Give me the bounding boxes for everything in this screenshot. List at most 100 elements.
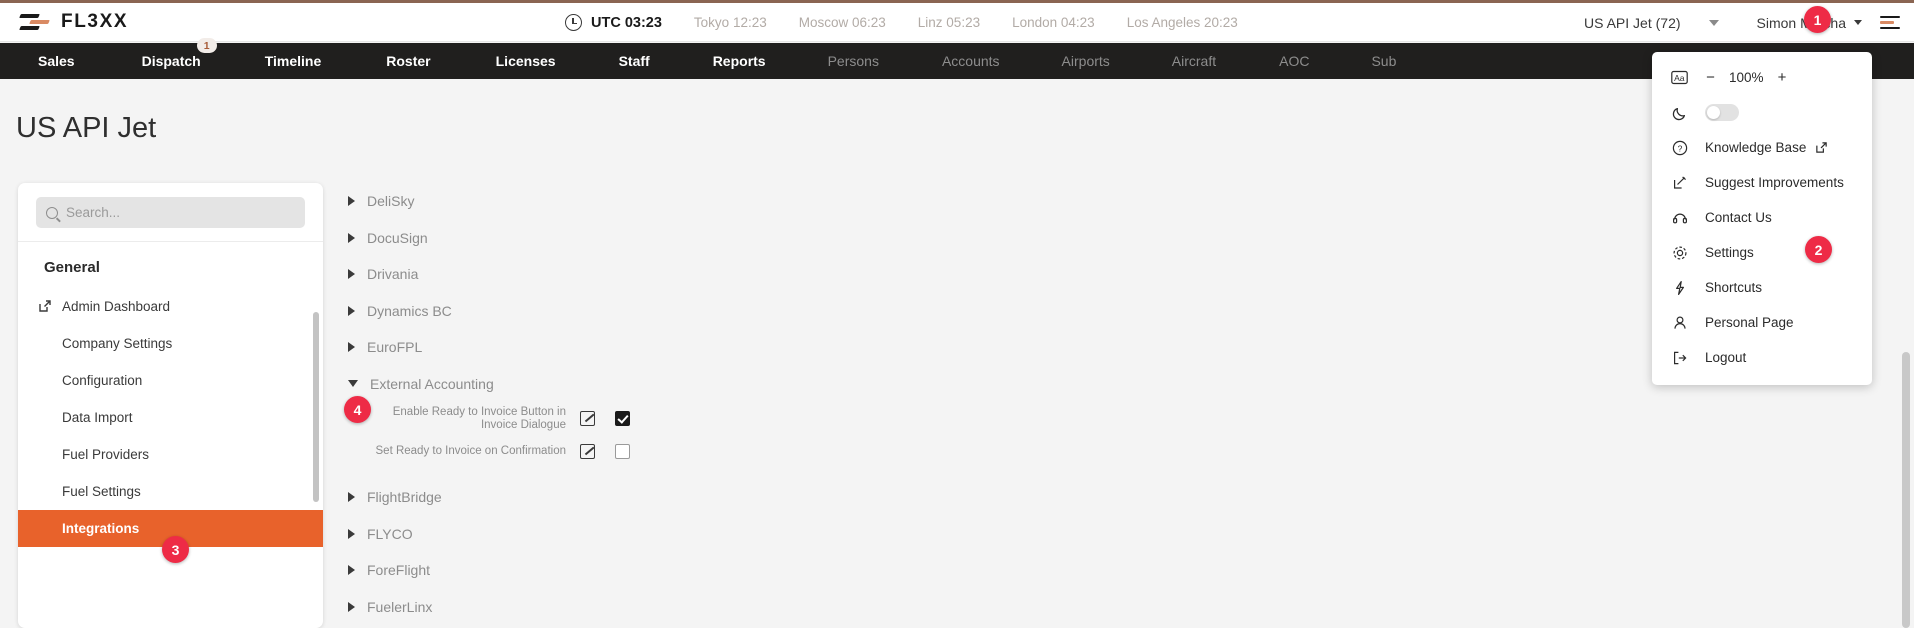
sidebar-item-admin-dashboard[interactable]: Admin Dashboard [18, 288, 323, 325]
menu-item-personal-page[interactable]: Personal Page [1652, 305, 1872, 340]
page-title: US API Jet [16, 112, 156, 145]
nav-item-staff[interactable]: Staff [619, 53, 650, 69]
sidebar-item-company-settings[interactable]: Company Settings [18, 325, 323, 362]
clock-linz: Linz 05:23 [918, 15, 980, 30]
sidebar-item-label: Fuel Settings [62, 484, 141, 499]
zoom-in-button[interactable]: + [1777, 69, 1788, 86]
dark-mode-row [1652, 95, 1872, 130]
search-icon [46, 207, 58, 219]
menu-item-suggest-improvements[interactable]: Suggest Improvements [1652, 165, 1872, 200]
integration-label: DocuSign [367, 230, 428, 246]
sidebar-scrollbar[interactable] [313, 312, 319, 502]
setting-checkbox[interactable] [615, 444, 630, 459]
nav-item-aircraft[interactable]: Aircraft [1172, 53, 1216, 69]
nav-item-airports[interactable]: Airports [1062, 53, 1110, 69]
integration-row[interactable]: ForeFlight [340, 552, 1894, 589]
organization-selector[interactable]: US API Jet (72) [1584, 15, 1720, 31]
integration-row[interactable]: FuelerLinx [340, 589, 1894, 626]
gear-icon [1670, 245, 1689, 261]
integration-label: DeliSky [367, 193, 414, 209]
nav-label: Roster [386, 53, 430, 69]
search-input[interactable] [66, 205, 295, 220]
menu-item-label: Settings [1705, 245, 1754, 260]
nav-label: Timeline [265, 53, 322, 69]
nav-item-aoc[interactable]: AOC [1279, 53, 1309, 69]
utc-clock: UTC 03:23 [591, 15, 662, 31]
nav-item-persons[interactable]: Persons [828, 53, 879, 69]
chevron-right-icon [348, 565, 355, 575]
clock-tokyo: Tokyo 12:23 [694, 15, 767, 30]
toggle-knob [1707, 106, 1720, 119]
top-bar: FL3XX UTC 03:23 Tokyo 12:23 Moscow 06:23… [0, 3, 1914, 42]
integration-label: Drivania [367, 266, 418, 282]
nav-item-dispatch[interactable]: Dispatch 1 [142, 53, 201, 69]
sidebar-list: General Admin Dashboard Company Settings… [18, 242, 323, 547]
page-scrollbar[interactable] [1902, 352, 1910, 628]
nav-item-roster[interactable]: Roster [386, 53, 430, 69]
nav-label: Sales [38, 53, 75, 69]
chevron-down-icon [348, 380, 358, 387]
nav-label: Licenses [496, 53, 556, 69]
chevron-down-icon [1709, 20, 1719, 26]
search-box[interactable] [36, 197, 305, 228]
external-link-icon [38, 299, 52, 313]
integration-label: FlightBridge [367, 489, 442, 505]
nav-label: Aircraft [1172, 53, 1216, 69]
edit-icon[interactable] [580, 444, 595, 459]
sidebar-item-fuel-providers[interactable]: Fuel Providers [18, 436, 323, 473]
integration-row[interactable]: FlightBridge [340, 479, 1894, 516]
setting-row: Enable Ready to Invoice Button in Invoic… [340, 402, 1894, 435]
clock-los-angeles: Los Angeles 20:23 [1127, 15, 1238, 30]
nav-label: Staff [619, 53, 650, 69]
nav-label: AOC [1279, 53, 1309, 69]
external-link-icon [1815, 141, 1828, 154]
chevron-right-icon [348, 269, 355, 279]
chevron-right-icon [348, 492, 355, 502]
integration-label: EuroFPL [367, 339, 422, 355]
menu-item-contact-us[interactable]: Contact Us [1652, 200, 1872, 235]
clock-moscow: Moscow 06:23 [799, 15, 886, 30]
integration-row[interactable]: FLYCO [340, 516, 1894, 553]
nav-item-licenses[interactable]: Licenses [496, 53, 556, 69]
chevron-right-icon [348, 602, 355, 612]
chevron-right-icon [348, 233, 355, 243]
setting-label: Set Ready to Invoice on Confirmation [370, 445, 580, 458]
organization-label: US API Jet (72) [1584, 15, 1680, 31]
menu-item-shortcuts[interactable]: Shortcuts [1652, 270, 1872, 305]
nav-item-accounts[interactable]: Accounts [942, 53, 1000, 69]
sidebar-group-general: General [18, 242, 323, 288]
clock-london: London 04:23 [1012, 15, 1095, 30]
nav-item-sub[interactable]: Sub [1371, 53, 1396, 69]
sidebar-item-label: Company Settings [62, 336, 172, 351]
app-root: FL3XX UTC 03:23 Tokyo 12:23 Moscow 06:23… [0, 0, 1914, 628]
user-name-label: Simon Matcha [1757, 15, 1846, 31]
top-bar-right: US API Jet (72) Simon Matcha [1584, 3, 1900, 42]
sidebar-item-label: Fuel Providers [62, 447, 149, 462]
logo-text: FL3XX [61, 11, 128, 33]
chevron-down-icon [1854, 20, 1862, 25]
nav-item-timeline[interactable]: Timeline [265, 53, 322, 69]
dark-mode-toggle[interactable] [1705, 104, 1739, 121]
sidebar-item-fuel-settings[interactable]: Fuel Settings [18, 473, 323, 510]
world-clocks: UTC 03:23 Tokyo 12:23 Moscow 06:23 Linz … [565, 3, 1238, 42]
hamburger-icon[interactable] [1880, 15, 1900, 31]
menu-item-knowledge-base[interactable]: ? Knowledge Base [1652, 130, 1872, 165]
chevron-right-icon [348, 342, 355, 352]
step-badge-1: 1 [1804, 6, 1831, 33]
zoom-controls: − 100% + [1705, 69, 1788, 86]
menu-item-settings[interactable]: Settings [1652, 235, 1872, 270]
nav-item-sales[interactable]: Sales [38, 53, 75, 69]
headset-icon [1670, 210, 1689, 226]
edit-icon[interactable] [580, 411, 595, 426]
setting-checkbox[interactable] [615, 411, 630, 426]
zoom-out-button[interactable]: − [1705, 69, 1716, 86]
app-logo[interactable]: FL3XX [18, 11, 128, 33]
nav-item-reports[interactable]: Reports [713, 53, 766, 69]
user-dropdown-menu: Aa − 100% + ? [1652, 52, 1872, 385]
user-icon [1670, 315, 1689, 331]
zoom-level-label: 100% [1729, 70, 1764, 85]
integration-label: External Accounting [370, 376, 494, 392]
sidebar-item-configuration[interactable]: Configuration [18, 362, 323, 399]
sidebar-item-data-import[interactable]: Data Import [18, 399, 323, 436]
menu-item-logout[interactable]: Logout [1652, 340, 1872, 375]
